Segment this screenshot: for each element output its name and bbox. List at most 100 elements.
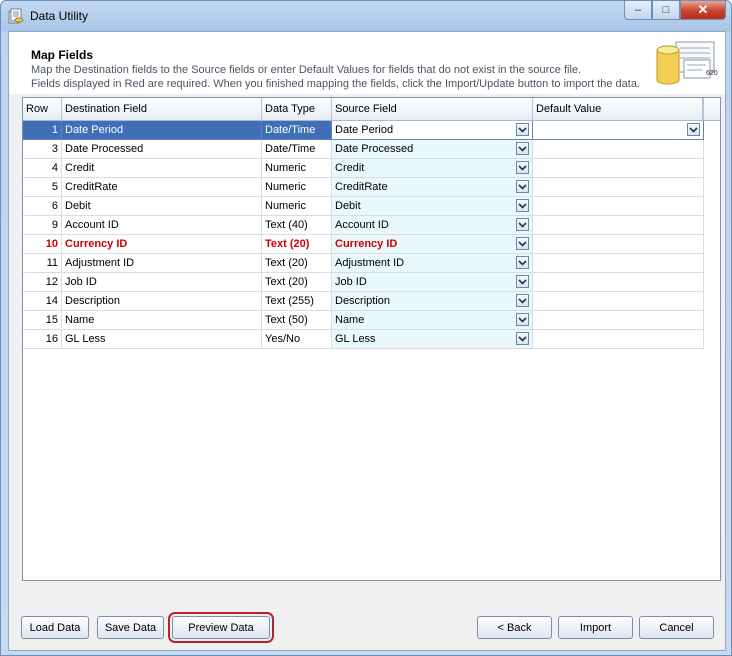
row-number-cell: 6 [23,197,62,216]
default-value-cell[interactable] [533,311,704,330]
load-data-button[interactable]: Load Data [21,616,89,639]
table-row[interactable]: 14 Description Text (255) Description [23,292,704,311]
map-fields-header: Map Fields Map the Destination fields to… [9,32,725,94]
source-field-dropdown[interactable]: Debit [332,197,533,216]
back-button[interactable]: < Back [477,616,552,639]
source-field-value: Description [335,295,391,307]
source-field-dropdown[interactable]: Currency ID [332,235,533,254]
window-title: Data Utility [30,9,89,23]
destination-field-cell: CreditRate [62,178,262,197]
data-type-cell: Numeric [262,159,332,178]
source-field-dropdown[interactable]: Adjustment ID [332,254,533,273]
source-field-dropdown[interactable]: Account ID [332,216,533,235]
save-data-button[interactable]: Save Data [97,616,164,639]
destination-field-cell: Currency ID [62,235,262,254]
chevron-down-icon[interactable] [516,142,529,155]
default-value-cell[interactable] [533,235,704,254]
default-value-cell[interactable] [533,254,704,273]
source-field-value: Date Processed [335,143,414,155]
chevron-down-icon[interactable] [516,123,529,136]
row-number-cell: 11 [23,254,62,273]
preview-data-button[interactable]: Preview Data [168,612,274,643]
column-header-destination-field[interactable]: Destination Field [62,98,262,120]
cancel-button[interactable]: Cancel [639,616,714,639]
table-row[interactable]: 15 Name Text (50) Name [23,311,704,330]
destination-field-cell: Adjustment ID [62,254,262,273]
field-mapping-grid[interactable]: Row Destination Field Data Type Source F… [22,97,721,581]
default-value-cell[interactable] [533,273,704,292]
destination-field-cell: Description [62,292,262,311]
chevron-down-icon[interactable] [516,256,529,269]
source-field-value: Adjustment ID [335,257,405,269]
source-field-value: CreditRate [335,181,388,193]
source-field-value: Account ID [335,219,389,231]
row-number-cell: 15 [23,311,62,330]
chevron-down-icon[interactable] [687,123,700,136]
source-field-dropdown[interactable]: Date Period [332,121,533,140]
data-type-cell: Text (20) [262,273,332,292]
column-header-spacer [703,98,720,120]
import-button[interactable]: Import [558,616,633,639]
dialog-client-area: Map Fields Map the Destination fields to… [8,31,726,651]
table-row[interactable]: 9 Account ID Text (40) Account ID [23,216,704,235]
default-value-cell[interactable] [533,121,704,140]
table-row[interactable]: 1 Date Period Date/Time Date Period [23,121,704,140]
table-row[interactable]: 11 Adjustment ID Text (20) Adjustment ID [23,254,704,273]
chevron-down-icon[interactable] [516,218,529,231]
destination-field-cell: Credit [62,159,262,178]
chevron-down-icon[interactable] [516,275,529,288]
close-button[interactable]: ✕ [680,1,726,20]
column-header-data-type[interactable]: Data Type [262,98,332,120]
table-row[interactable]: 10 Currency ID Text (20) Currency ID [23,235,704,254]
row-number-cell: 3 [23,140,62,159]
maximize-button[interactable]: □ [652,1,680,20]
default-value-cell[interactable] [533,159,704,178]
default-value-cell[interactable] [533,197,704,216]
source-field-value: GL Less [335,333,376,345]
source-field-dropdown[interactable]: GL Less [332,330,533,349]
default-value-cell[interactable] [533,330,704,349]
default-value-cell[interactable] [533,178,704,197]
data-type-cell: Date/Time [262,121,332,140]
source-field-value: Date Period [335,124,394,136]
source-field-dropdown[interactable]: Job ID [332,273,533,292]
data-type-cell: Text (255) [262,292,332,311]
row-number-cell: 10 [23,235,62,254]
chevron-down-icon[interactable] [516,180,529,193]
destination-field-cell: GL Less [62,330,262,349]
default-value-cell[interactable] [533,140,704,159]
table-row[interactable]: 16 GL Less Yes/No GL Less [23,330,704,349]
default-value-cell[interactable] [533,292,704,311]
column-header-default-value[interactable]: Default Value [533,98,703,120]
chevron-down-icon[interactable] [516,332,529,345]
header-description-line-1: Map the Destination fields to the Source… [31,64,582,76]
source-field-value: Debit [335,200,361,212]
source-field-dropdown[interactable]: Date Processed [332,140,533,159]
minimize-icon: – [634,4,642,16]
table-row[interactable]: 4 Credit Numeric Credit [23,159,704,178]
minimize-button[interactable]: – [624,1,652,20]
column-header-source-field[interactable]: Source Field [332,98,533,120]
chevron-down-icon[interactable] [516,294,529,307]
table-row[interactable]: 12 Job ID Text (20) Job ID [23,273,704,292]
title-bar[interactable]: Data Utility – □ ✕ [1,1,731,31]
chevron-down-icon[interactable] [516,199,529,212]
source-field-dropdown[interactable]: Name [332,311,533,330]
source-field-dropdown[interactable]: Description [332,292,533,311]
table-row[interactable]: 6 Debit Numeric Debit [23,197,704,216]
data-type-cell: Text (50) [262,311,332,330]
source-field-dropdown[interactable]: Credit [332,159,533,178]
chevron-down-icon[interactable] [516,161,529,174]
window-controls: – □ ✕ [624,1,726,21]
header-description-line-2: Fields displayed in Red are required. Wh… [31,78,641,90]
column-header-row[interactable]: Row [23,98,62,120]
default-value-cell[interactable] [533,216,704,235]
source-field-dropdown[interactable]: CreditRate [332,178,533,197]
table-row[interactable]: 3 Date Processed Date/Time Date Processed [23,140,704,159]
row-number-cell: 12 [23,273,62,292]
chevron-down-icon[interactable] [516,313,529,326]
source-field-value: Currency ID [335,238,398,250]
chevron-down-icon[interactable] [516,237,529,250]
table-row[interactable]: 5 CreditRate Numeric CreditRate [23,178,704,197]
data-utility-app-icon [8,8,24,24]
